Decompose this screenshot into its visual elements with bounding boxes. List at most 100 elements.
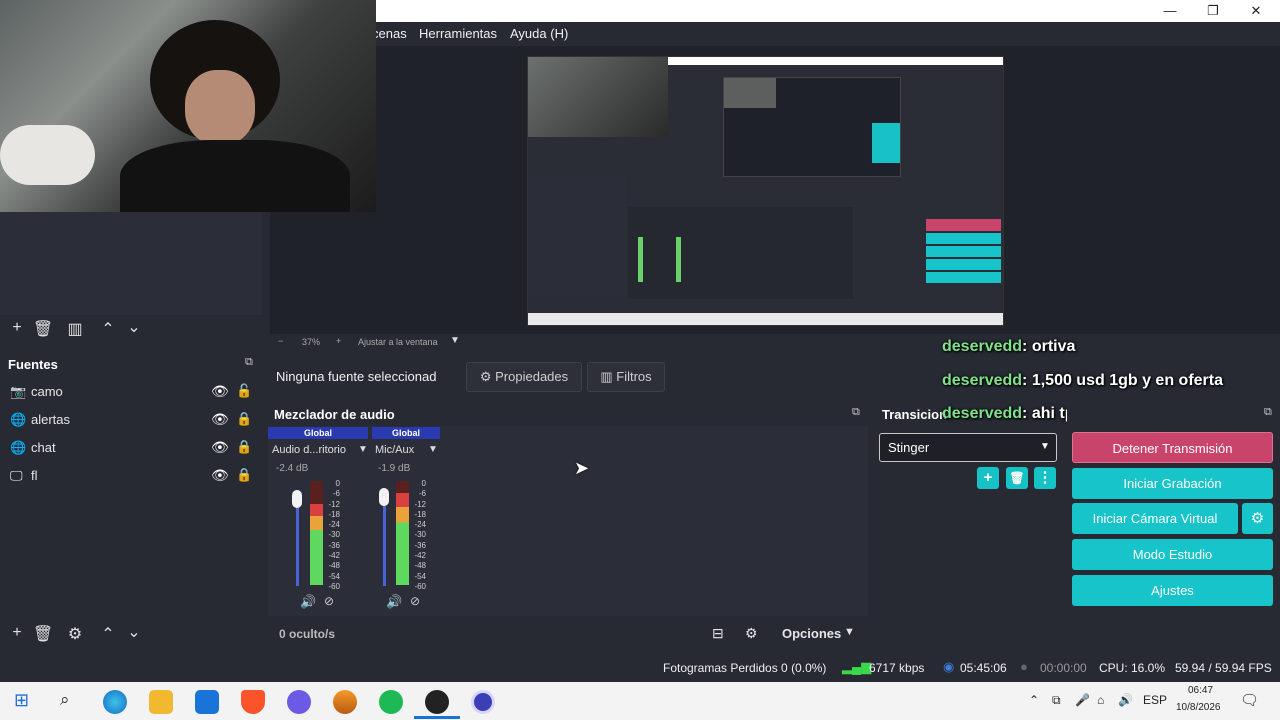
zoom-in-button[interactable]: + <box>336 336 341 346</box>
mic-icon[interactable]: 🎤 <box>1075 693 1090 707</box>
start-recording-button[interactable]: Iniciar Grabación <box>1072 468 1273 499</box>
gear-icon: ⚙ <box>1250 510 1265 527</box>
volume-icon[interactable]: 🔊 <box>1118 693 1133 707</box>
live-time: 05:45:06 <box>960 661 1007 675</box>
edge-icon[interactable] <box>103 690 127 714</box>
monitor-icon: 🖵 <box>10 468 23 483</box>
speaker-icon[interactable]: 🔊 <box>386 594 402 610</box>
lock-icon[interactable]: 🔒 <box>236 411 252 427</box>
gear-icon[interactable]: ⚙ <box>745 625 758 642</box>
filters-button[interactable]: ▥ Filtros <box>587 362 665 392</box>
app-icon[interactable] <box>471 690 495 714</box>
delete-source-icon[interactable]: 🗑 <box>32 624 54 644</box>
search-icon[interactable]: ⌕ <box>60 690 70 710</box>
studio-mode-button[interactable]: Modo Estudio <box>1072 539 1273 570</box>
delete-scene-icon[interactable]: 🗑 <box>32 319 54 339</box>
undock-icon[interactable]: ⧉ <box>245 356 253 369</box>
gear-icon[interactable]: ⚙ <box>64 624 86 644</box>
start-virtual-camera-button[interactable]: Iniciar Cámara Virtual <box>1072 503 1238 534</box>
mixer-footer: 0 oculto/s ⊟ ⚙ Opciones ▼ <box>268 616 868 650</box>
move-down-icon[interactable]: ⌄ <box>123 622 145 642</box>
zoom-bar: − 37% + Ajustar a la ventana ▼ <box>270 334 1280 352</box>
layout-icon[interactable]: ⊟ <box>712 625 724 642</box>
file-explorer-icon[interactable] <box>149 690 173 714</box>
chevron-down-icon[interactable]: ▼ <box>358 444 368 455</box>
source-row-fl[interactable]: 🖵 fl 👁 🔒 <box>0 462 262 490</box>
unlock-icon[interactable]: 🔓 <box>236 383 252 399</box>
add-transition-button[interactable]: + <box>977 467 999 489</box>
windows-start-icon[interactable]: ⊞ <box>14 690 29 711</box>
hidden-count: 0 oculto/s <box>279 627 336 641</box>
menu-tools[interactable]: Herramientas <box>419 26 497 41</box>
meter-scale: 0 -6 -12 -18 -24 -30 -36 -42 -48 -54 -60 <box>326 479 340 593</box>
monitor-off-icon[interactable]: ⊘ <box>410 594 420 608</box>
delete-transition-button[interactable]: 🗑 <box>1006 467 1028 489</box>
menu-help[interactable]: Ayuda (H) <box>510 26 568 41</box>
chat-text: : 1,500 usd 1gb y en oferta <box>1022 372 1223 389</box>
obs-icon[interactable] <box>425 690 449 714</box>
volume-fader-knob[interactable] <box>379 488 389 506</box>
wifi-icon[interactable]: ⌂ <box>1097 693 1104 707</box>
preview-mixer <box>628 207 853 299</box>
source-row-camo[interactable]: 📷 camo 👁 🔓 <box>0 378 262 406</box>
restore-button[interactable]: ❐ <box>1193 0 1233 22</box>
properties-button[interactable]: ⚙ Propiedades <box>466 362 582 392</box>
brave-icon[interactable] <box>241 690 265 714</box>
eye-icon[interactable]: 👁 <box>211 467 229 484</box>
lock-icon[interactable]: 🔒 <box>236 439 252 455</box>
transition-menu-button[interactable]: ⋮ <box>1034 467 1056 489</box>
chevron-down-icon[interactable]: ▼ <box>450 335 460 346</box>
options-button[interactable]: Opciones <box>782 626 841 641</box>
transition-select[interactable]: Stinger ▼ <box>879 433 1057 462</box>
undock-icon[interactable]: ⧉ <box>1264 406 1272 419</box>
lock-icon[interactable]: 🔒 <box>236 467 252 483</box>
settings-button[interactable]: Ajustes <box>1072 575 1273 606</box>
source-row-alertas[interactable]: 🌐 alertas 👁 🔒 <box>0 406 262 434</box>
volume-fader-knob[interactable] <box>292 490 302 508</box>
fl-studio-icon[interactable] <box>333 690 357 714</box>
spotify-icon[interactable] <box>379 690 403 714</box>
source-name: camo <box>31 384 63 399</box>
stop-streaming-button[interactable]: Detener Transmisión <box>1072 432 1273 463</box>
preview-canvas[interactable] <box>527 56 1004 326</box>
speaker-icon[interactable]: 🔊 <box>300 594 316 610</box>
filter-icon: ▥ <box>600 369 617 384</box>
virtual-camera-settings-button[interactable]: ⚙ <box>1242 503 1273 534</box>
zoom-out-button[interactable]: − <box>278 336 283 346</box>
fit-window-button[interactable]: Ajustar a la ventana <box>358 337 438 347</box>
monitor-off-icon[interactable]: ⊘ <box>324 594 334 608</box>
transitions-title: Transicion <box>882 407 948 422</box>
cpu-usage: CPU: 16.0% <box>1099 661 1166 675</box>
move-up-icon[interactable]: ⌃ <box>97 624 119 644</box>
filter-scene-icon[interactable]: ▥ <box>64 319 86 339</box>
add-source-icon[interactable]: + <box>6 624 28 642</box>
language-indicator[interactable]: ESP <box>1143 693 1167 707</box>
minimize-button[interactable]: — <box>1150 0 1190 22</box>
mail-icon[interactable] <box>195 690 219 714</box>
network-icon[interactable]: ⧉ <box>1052 693 1061 708</box>
clock-date[interactable]: 10/8/2026 <box>1176 702 1221 713</box>
add-scene-icon[interactable]: + <box>6 319 28 337</box>
undock-icon[interactable]: ⧉ <box>852 406 860 419</box>
notifications-icon[interactable]: 🗨 <box>1240 691 1259 709</box>
clock-time[interactable]: 06:47 <box>1188 685 1213 696</box>
chevron-up-icon[interactable]: ⌃ <box>1029 693 1039 707</box>
source-row-chat[interactable]: 🌐 chat 👁 🔒 <box>0 434 262 462</box>
eye-icon[interactable]: 👁 <box>211 439 229 456</box>
eye-icon[interactable]: 👁 <box>211 383 229 400</box>
discord-icon[interactable] <box>287 690 311 714</box>
move-up-icon[interactable]: ⌃ <box>97 319 119 339</box>
chevron-down-icon[interactable]: ▼ <box>428 444 438 455</box>
channel-name: Mic/Aux <box>375 444 415 456</box>
eye-icon[interactable]: 👁 <box>211 411 229 428</box>
chat-message: deservedd: 1,500 usd 1gb y en oferta <box>942 372 1223 390</box>
mixer-title: Mezclador de audio <box>274 407 395 422</box>
source-name: alertas <box>31 412 71 427</box>
sources-panel: Fuentes ⧉ 📷 camo 👁 🔓 🌐 alertas 👁 🔒 🌐 cha… <box>0 350 262 618</box>
fps: 59.94 / 59.94 FPS <box>1175 661 1272 675</box>
close-button[interactable]: ✕ <box>1236 0 1276 22</box>
signal-icon: ▂▄▆ <box>842 659 872 674</box>
menu-scenes[interactable]: cenas <box>372 26 407 41</box>
chevron-down-icon[interactable]: ▼ <box>844 626 855 638</box>
move-down-icon[interactable]: ⌄ <box>123 317 145 337</box>
